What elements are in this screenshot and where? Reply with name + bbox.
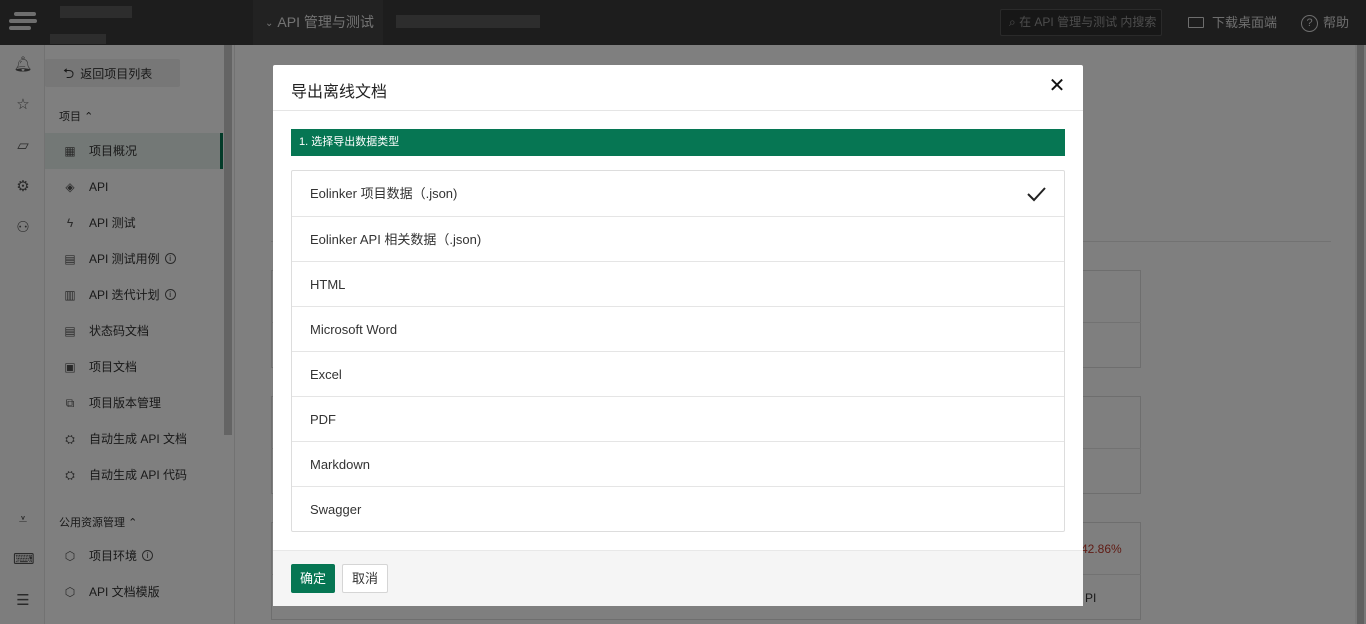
option-eolinker-project-json[interactable]: Eolinker 项目数据（.json) <box>292 171 1064 216</box>
option-label: PDF <box>310 412 336 427</box>
option-label: Markdown <box>310 457 370 472</box>
cancel-button[interactable]: 取消 <box>342 564 388 593</box>
modal-footer: 确定 取消 <box>273 550 1083 606</box>
step-label: 1. 选择导出数据类型 <box>291 129 1065 156</box>
confirm-button[interactable]: 确定 <box>291 564 335 593</box>
option-pdf[interactable]: PDF <box>292 396 1064 441</box>
option-word[interactable]: Microsoft Word <box>292 306 1064 351</box>
checkmark-icon <box>1027 187 1046 202</box>
option-label: Swagger <box>310 502 362 517</box>
close-icon[interactable]: ✕ <box>1047 76 1067 96</box>
option-eolinker-api-json[interactable]: Eolinker API 相关数据（.json) <box>292 216 1064 261</box>
option-label: Eolinker API 相关数据（.json) <box>310 232 482 247</box>
export-offline-doc-dialog: 导出离线文档 ✕ 1. 选择导出数据类型 Eolinker 项目数据（.json… <box>273 65 1083 606</box>
modal-title: 导出离线文档 <box>291 84 388 101</box>
option-label: Eolinker 项目数据（.json) <box>310 186 458 201</box>
export-type-list: Eolinker 项目数据（.json) Eolinker API 相关数据（.… <box>291 170 1065 532</box>
option-label: HTML <box>310 277 346 292</box>
option-excel[interactable]: Excel <box>292 351 1064 396</box>
modal-header: 导出离线文档 ✕ <box>273 65 1083 111</box>
option-label: Excel <box>310 367 342 382</box>
option-html[interactable]: HTML <box>292 261 1064 306</box>
option-markdown[interactable]: Markdown <box>292 441 1064 486</box>
option-swagger[interactable]: Swagger <box>292 486 1064 531</box>
option-label: Microsoft Word <box>310 322 398 337</box>
